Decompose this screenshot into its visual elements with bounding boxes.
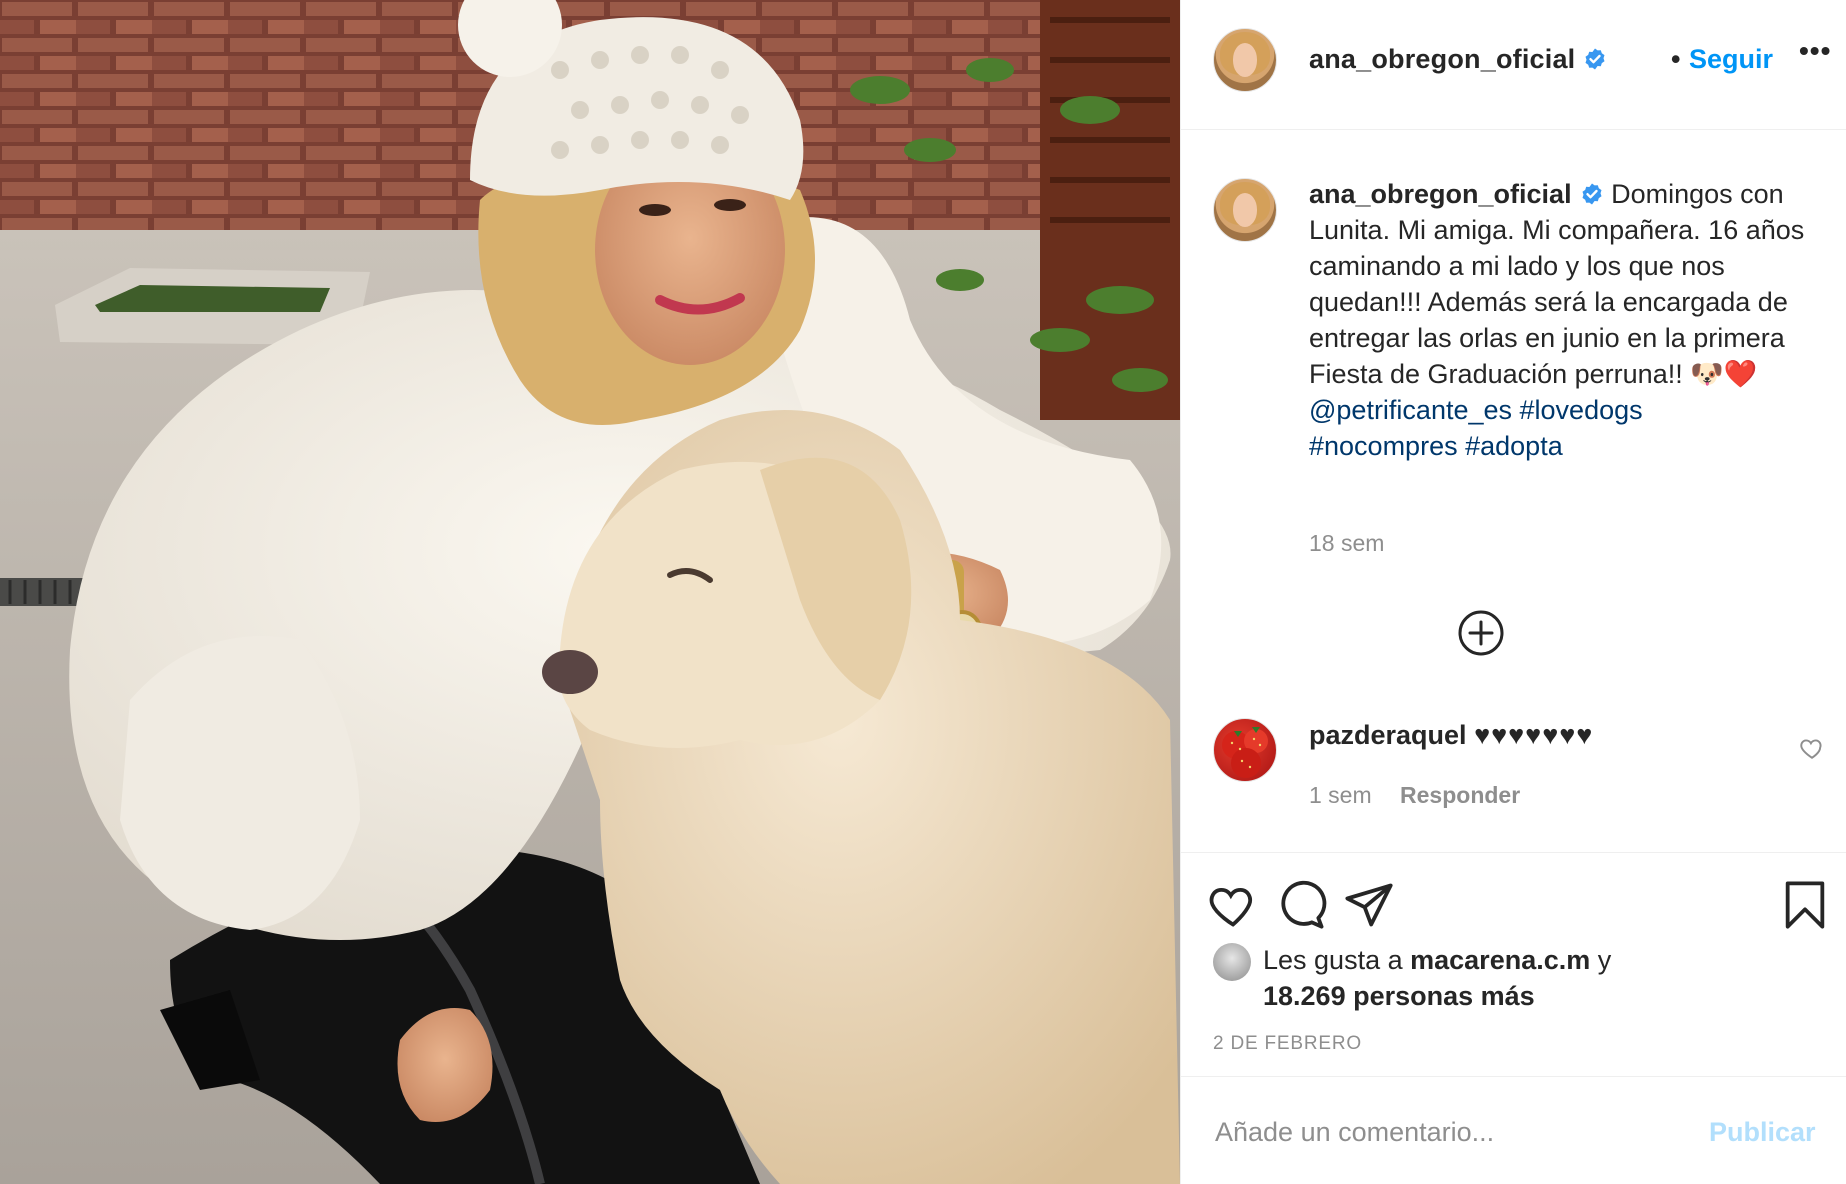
add-comment-bar: Publicar	[1181, 1076, 1846, 1184]
follow-button[interactable]: Seguir	[1689, 44, 1773, 75]
reply-button[interactable]: Responder	[1400, 782, 1520, 808]
liker-username[interactable]: macarena.c.m	[1410, 945, 1590, 975]
commenter-avatar[interactable]	[1213, 718, 1277, 782]
heart-icon[interactable]	[1207, 879, 1259, 931]
likes-summary: Les gusta a macarena.c.m y 18.269 person…	[1263, 942, 1823, 1014]
caption-text: Domingos con Lunita. Mi amiga. Mi compañ…	[1309, 179, 1805, 389]
post-caption: ana_obregon_oficial Domingos con Lunita.…	[1309, 176, 1821, 464]
plus-circle-icon[interactable]	[1457, 609, 1505, 657]
comment-line: pazderaquel ♥♥♥♥♥♥♥	[1309, 720, 1593, 751]
likes-joiner: y	[1597, 945, 1612, 975]
likes-others-link[interactable]: 18.269 personas más	[1263, 981, 1535, 1011]
post-actions-bar	[1181, 852, 1846, 929]
hashtag-link[interactable]: #nocompres	[1309, 431, 1458, 461]
commenter-username[interactable]: pazderaquel	[1309, 720, 1467, 750]
verified-badge-icon	[1585, 48, 1605, 70]
comment-text: ♥♥♥♥♥♥♥	[1474, 720, 1594, 750]
comment-bubble-icon[interactable]	[1275, 879, 1327, 931]
caption-timestamp[interactable]: 18 sem	[1309, 530, 1384, 557]
publish-button[interactable]: Publicar	[1709, 1117, 1816, 1148]
hashtag-link[interactable]: #lovedogs	[1520, 395, 1643, 425]
strawberry-avatar-image	[1222, 727, 1268, 778]
caption-mention-link[interactable]: @petrificante_es	[1309, 395, 1512, 425]
instagram-post-view: ana_obregon_oficial • Seguir ••• ana_obr…	[0, 0, 1846, 1184]
post-side-panel: ana_obregon_oficial • Seguir ••• ana_obr…	[1180, 0, 1846, 1184]
post-header: ana_obregon_oficial • Seguir •••	[1181, 0, 1846, 130]
comment-meta: 1 sem Responder	[1309, 782, 1520, 809]
caption-author-avatar[interactable]	[1213, 178, 1277, 242]
add-comment-input[interactable]	[1213, 1111, 1697, 1153]
post-date[interactable]: 2 DE FEBRERO	[1213, 1033, 1362, 1055]
author-username-row[interactable]: ana_obregon_oficial	[1309, 44, 1607, 75]
caption-username[interactable]: ana_obregon_oficial	[1309, 179, 1572, 209]
bookmark-icon[interactable]	[1779, 879, 1831, 931]
liker-avatar[interactable]	[1213, 943, 1251, 981]
post-photo[interactable]	[0, 0, 1180, 1184]
hashtag-link[interactable]: #adopta	[1465, 431, 1563, 461]
avatar-face-shape	[1232, 192, 1258, 227]
verified-badge-icon	[1582, 183, 1602, 205]
avatar-face-shape	[1232, 42, 1258, 77]
comment-heart-icon[interactable]	[1799, 735, 1825, 761]
likes-prefix: Les gusta a	[1263, 945, 1403, 975]
more-options-icon[interactable]: •••	[1799, 37, 1835, 76]
header-separator: •	[1671, 44, 1681, 74]
author-username[interactable]: ana_obregon_oficial	[1309, 44, 1575, 74]
photo-illustration	[0, 0, 1180, 1184]
comment-timestamp[interactable]: 1 sem	[1309, 782, 1372, 808]
paper-plane-icon[interactable]	[1343, 879, 1395, 931]
author-avatar[interactable]	[1213, 28, 1277, 92]
